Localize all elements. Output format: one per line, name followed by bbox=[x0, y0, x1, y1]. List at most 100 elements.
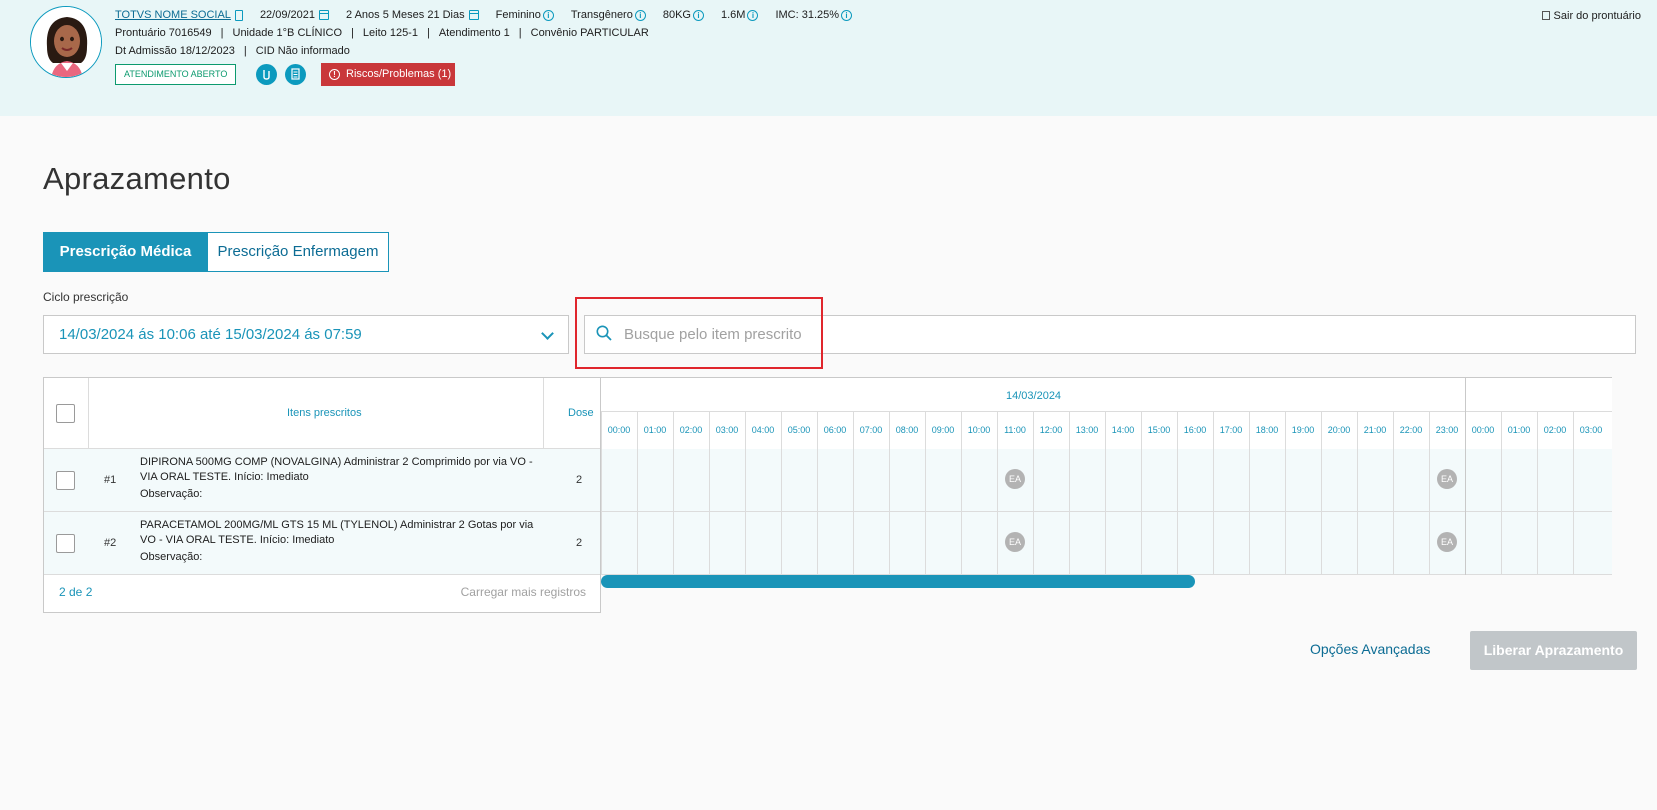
cycle-select-value: 14/03/2024 ás 10:06 até 15/03/2024 ás 07… bbox=[59, 326, 362, 343]
timeline-column-divider bbox=[709, 412, 710, 575]
timeline-hour-label: 02:00 bbox=[679, 425, 703, 435]
tab-prescricao-medica[interactable]: Prescrição Médica bbox=[43, 232, 208, 272]
row-dose: 2 bbox=[576, 474, 583, 486]
table-row: #2 PARACETAMOL 200MG/ML GTS 15 ML (TYLEN… bbox=[44, 512, 600, 575]
timeline-row bbox=[601, 449, 1612, 512]
row-description: DIPIRONA 500MG COMP (NOVALGINA) Administ… bbox=[140, 456, 533, 483]
search-input[interactable] bbox=[624, 316, 1624, 353]
load-more-link[interactable]: Carregar mais registros bbox=[461, 585, 586, 599]
schedule-marker-ea[interactable]: EA bbox=[1437, 532, 1457, 552]
row-observation: Observação: bbox=[140, 551, 203, 563]
timeline-column-divider bbox=[1285, 412, 1286, 575]
timeline-hour-label: 08:00 bbox=[895, 425, 919, 435]
row-checkbox[interactable] bbox=[56, 534, 75, 553]
clipboard-icon[interactable] bbox=[234, 9, 243, 21]
table-row: #1 DIPIRONA 500MG COMP (NOVALGINA) Admin… bbox=[44, 449, 600, 512]
timeline-column-divider bbox=[961, 412, 962, 575]
patient-name-item: TOTVS NOME SOCIAL bbox=[115, 9, 243, 21]
separator: | bbox=[351, 27, 354, 39]
info-icon[interactable]: i bbox=[841, 9, 853, 21]
age-item: 2 Anos 5 Meses 21 Dias bbox=[346, 9, 479, 21]
timeline-column-divider bbox=[1357, 412, 1358, 575]
alert-icon: ! bbox=[329, 69, 340, 80]
advanced-options-link[interactable]: Opções Avançadas bbox=[1310, 641, 1430, 657]
timeline-hour-label: 21:00 bbox=[1363, 425, 1387, 435]
exit-record-link[interactable]: Sair do prontuário bbox=[1541, 10, 1641, 22]
patient-info-line-3: Dt Admissão 18/12/2023 | CID Não informa… bbox=[115, 45, 350, 57]
status-badge: ATENDIMENTO ABERTO bbox=[115, 64, 237, 85]
column-header-dose: Dose bbox=[568, 407, 594, 419]
timeline-hour-label: 03:00 bbox=[715, 425, 739, 435]
height: 1.6M bbox=[720, 9, 746, 21]
timeline-column-divider bbox=[925, 412, 926, 575]
separator: | bbox=[426, 27, 430, 39]
timeline-hour-label: 00:00 bbox=[1471, 425, 1495, 435]
row-number: #1 bbox=[104, 474, 117, 486]
timeline-hour-label: 11:00 bbox=[1004, 425, 1026, 435]
page-title: Aprazamento bbox=[43, 161, 231, 196]
leito: Leito 125-1 bbox=[362, 27, 418, 39]
birth-date-item: 22/09/2021 bbox=[260, 9, 329, 21]
timeline-column-divider bbox=[601, 412, 602, 575]
tab-prescricao-enfermagem[interactable]: Prescrição Enfermagem bbox=[207, 232, 389, 272]
select-all-checkbox[interactable] bbox=[56, 404, 75, 423]
patient-info-line-2: Prontuário 7016549 | Unidade 1°B CLÍNICO… bbox=[115, 27, 649, 39]
document-button[interactable] bbox=[285, 64, 306, 85]
timeline-hour-label: 09:00 bbox=[931, 425, 955, 435]
timeline-column-divider bbox=[1141, 412, 1142, 575]
gender: Transgênero bbox=[570, 9, 633, 21]
schedule-marker-ea[interactable]: EA bbox=[1005, 469, 1025, 489]
row-checkbox[interactable] bbox=[56, 471, 75, 490]
timeline-column-divider bbox=[673, 412, 674, 575]
timeline-column-divider bbox=[745, 412, 746, 575]
timeline-column-divider bbox=[817, 412, 818, 575]
timeline-column-divider bbox=[1537, 412, 1538, 575]
height-item: 1.6M i bbox=[720, 9, 759, 21]
patient-avatar bbox=[30, 6, 102, 78]
timeline-column-divider bbox=[637, 412, 638, 575]
record-count: 2 de 2 bbox=[59, 585, 93, 599]
sex: Feminino bbox=[495, 9, 541, 21]
timeline-column-divider bbox=[1213, 412, 1214, 575]
timeline-column-divider bbox=[889, 412, 890, 575]
paperclip-icon bbox=[263, 70, 270, 80]
schedule-marker-ea[interactable]: EA bbox=[1005, 532, 1025, 552]
timeline-column-divider bbox=[1501, 412, 1502, 575]
separator: | bbox=[518, 27, 522, 39]
release-schedule-button[interactable]: Liberar Aprazamento bbox=[1470, 631, 1637, 670]
info-icon[interactable]: i bbox=[542, 9, 554, 21]
birth-date: 22/09/2021 bbox=[259, 9, 315, 21]
risks-problems-button[interactable]: ! Riscos/Problemas (1) bbox=[321, 63, 455, 86]
unidade: Unidade 1°B CLÍNICO bbox=[232, 27, 343, 39]
horizontal-scrollbar[interactable] bbox=[601, 575, 1195, 588]
timeline-hour-label: 14:00 bbox=[1111, 425, 1135, 435]
timeline-hour-label: 17:00 bbox=[1219, 425, 1243, 435]
timeline-date: 14/03/2024 bbox=[1006, 390, 1062, 402]
admissao: Dt Admissão 18/12/2023 bbox=[115, 45, 235, 57]
row-number: #2 bbox=[104, 537, 117, 549]
schedule-timeline[interactable]: 14/03/2024 00:00 01:00 02:00 03:00 04:00 05:0… bbox=[601, 377, 1612, 575]
timeline-column-divider bbox=[1573, 412, 1574, 575]
prontuario: Prontuário 7016549 bbox=[115, 27, 212, 39]
search-box bbox=[584, 315, 1636, 354]
info-icon[interactable]: i bbox=[692, 9, 704, 21]
age: 2 Anos 5 Meses 21 Dias bbox=[346, 9, 465, 21]
imc-item: IMC: 31.25% i bbox=[775, 9, 853, 21]
separator: | bbox=[243, 45, 247, 57]
timeline-hour-label: 01:00 bbox=[1507, 425, 1531, 435]
info-icon[interactable]: i bbox=[634, 9, 646, 21]
document-icon bbox=[291, 68, 300, 80]
info-icon[interactable]: i bbox=[747, 9, 759, 21]
atendimento: Atendimento 1 bbox=[438, 27, 510, 39]
cycle-select[interactable]: 14/03/2024 ás 10:06 até 15/03/2024 ás 07… bbox=[43, 315, 569, 354]
separator: | bbox=[220, 27, 224, 39]
timeline-column-divider bbox=[1393, 412, 1394, 575]
timeline-column-divider bbox=[781, 412, 782, 575]
sex-item: Feminino i bbox=[496, 9, 554, 21]
schedule-marker-ea[interactable]: EA bbox=[1437, 469, 1457, 489]
timeline-hour-label: 12:00 bbox=[1039, 425, 1063, 435]
timeline-hour-label: 23:00 bbox=[1435, 425, 1459, 435]
attachment-button[interactable] bbox=[256, 64, 277, 85]
timeline-hour-label: 06:00 bbox=[823, 425, 847, 435]
patient-name-link[interactable]: TOTVS NOME SOCIAL bbox=[115, 9, 231, 21]
